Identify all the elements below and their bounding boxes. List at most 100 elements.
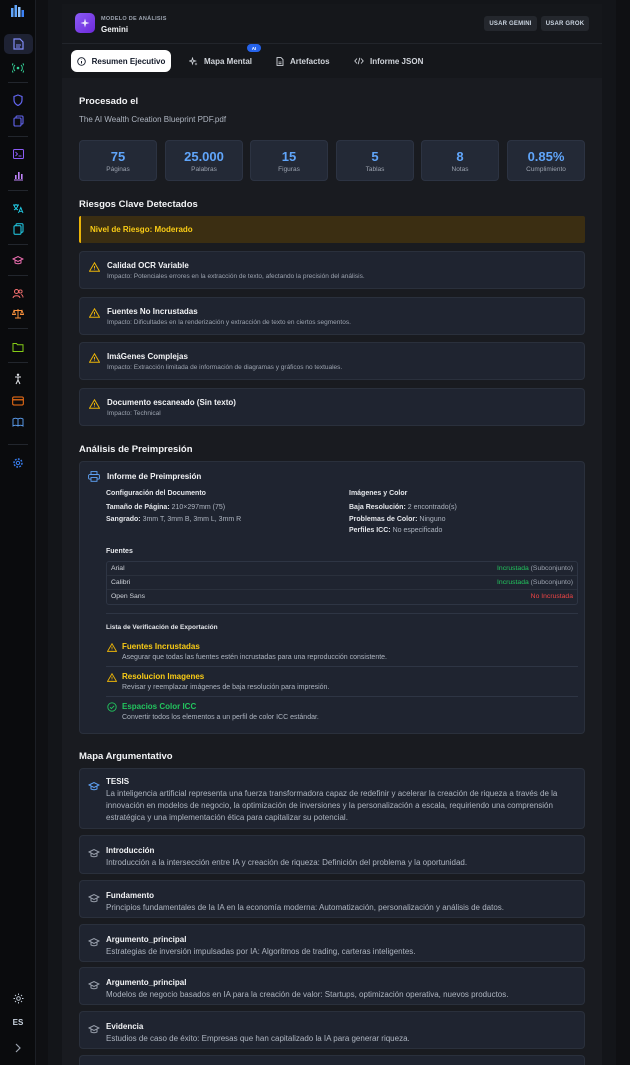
tab-label: Resumen Ejecutivo — [91, 56, 166, 66]
sidebar-divider — [8, 136, 28, 137]
right-gutter — [616, 0, 630, 1065]
checklist-item-desc: Revisar y reemplazar imágenes de baja re… — [122, 684, 330, 691]
stat-card: 0.85% Cumplimiento — [507, 140, 585, 181]
book-icon[interactable] — [10, 414, 26, 430]
tab-bar: Resumen Ejecutivo Mapa Mental AI Artefac… — [62, 44, 602, 78]
documents-icon[interactable] — [10, 221, 26, 237]
stat-value: 5 — [371, 149, 379, 164]
tab-label: Artefactos — [290, 56, 330, 66]
copy-icon[interactable] — [10, 113, 26, 129]
warning-icon — [89, 308, 100, 318]
checklist-item-title: Fuentes Incrustadas — [122, 642, 200, 651]
divider — [106, 666, 578, 667]
risk-impact: Extracción limitada de información de di… — [133, 364, 343, 371]
processed-title: Procesado el — [79, 96, 139, 107]
checklist-item-desc: Asegurar que todas las fuentes estén inc… — [122, 654, 387, 661]
graduation-cap-icon — [88, 781, 100, 791]
font-name: Open Sans — [111, 593, 146, 600]
stat-card: 5 Tablas — [336, 140, 414, 181]
info-icon — [76, 56, 86, 66]
settings-icon[interactable] — [10, 455, 26, 471]
accessibility-icon[interactable] — [10, 371, 26, 387]
risk-title: Calidad OCR Variable — [107, 261, 189, 270]
language-selector[interactable]: ES — [0, 1018, 36, 1027]
translate-icon[interactable] — [10, 200, 26, 216]
users-icon[interactable] — [10, 285, 26, 301]
argument-card: Fundamento Principios fundamentales de l… — [79, 880, 585, 918]
tab-executive-summary[interactable]: Resumen Ejecutivo — [71, 50, 171, 72]
icc-label: Perfiles ICC: — [349, 527, 391, 534]
risk-impact: Technical — [133, 410, 161, 417]
file-icon — [276, 56, 284, 66]
sidebar-divider — [8, 275, 28, 276]
folder-icon[interactable] — [10, 339, 26, 355]
font-row: Open Sans No Incrustada — [107, 590, 577, 604]
sparkles-icon — [189, 56, 198, 65]
checklist-item-desc: Convertir todos los elementos a un perfi… — [122, 714, 319, 721]
page-size-label: Tamaño de Página: — [106, 504, 170, 511]
argument-label: Argumento_principal — [106, 935, 187, 944]
graduation-cap-icon — [88, 1024, 100, 1034]
scales-icon[interactable] — [10, 305, 26, 321]
icc-value: No especificado — [392, 527, 443, 534]
graduation-cap-icon[interactable] — [10, 252, 26, 268]
warning-icon — [107, 673, 117, 682]
sun-icon[interactable] — [10, 990, 26, 1006]
checklist-item-title: Espacios Color ICC — [122, 702, 197, 711]
card-icon[interactable] — [10, 393, 26, 409]
chevron-right-icon[interactable] — [10, 1040, 26, 1056]
sidebar-divider — [8, 328, 28, 329]
sidebar-divider — [8, 82, 28, 83]
graduation-cap-icon — [88, 937, 100, 947]
risk-title: ImáGenes Complejas — [107, 352, 188, 361]
argument-text: Modelos de negocio basados en IA para la… — [106, 990, 509, 999]
stat-value: 25.000 — [184, 149, 224, 164]
argument-card: Introducción Introducción a la intersecc… — [79, 835, 585, 874]
risk-title: Documento escaneado (Sin texto) — [107, 398, 236, 407]
color-issues-value: Ninguno — [419, 516, 446, 523]
argument-label: Evidencia — [106, 1022, 144, 1031]
risk-title: Fuentes No Incrustadas — [107, 307, 198, 316]
risk-impact: Dificultades en la renderización y extra… — [133, 319, 351, 326]
use-gemini-button[interactable]: USAR GEMINI — [484, 16, 537, 31]
risk-impact: Potenciales errores en la extracción de … — [133, 273, 365, 280]
preprint-card: Informe de Preimpresión Configuración de… — [79, 461, 585, 734]
shield-icon[interactable] — [10, 92, 26, 108]
tab-label: Mapa Mental — [204, 56, 253, 66]
fonts-title: Fuentes — [106, 548, 133, 555]
use-grok-button[interactable]: USAR GROK — [541, 16, 589, 31]
argument-text: Introducción a la intersección entre IA … — [106, 858, 468, 867]
preprint-section-title: Análisis de Preimpresión — [79, 444, 193, 455]
argument-text: La inteligencia artificial representa un… — [106, 789, 558, 823]
tab-mind-map[interactable]: Mapa Mental — [189, 50, 252, 72]
gutter — [36, 0, 48, 1065]
model-caption: MODELO DE ANÁLISIS — [101, 16, 167, 22]
argument-card: TESIS La inteligencia artificial represe… — [79, 768, 585, 829]
checklist-item-title: Resolucion Imagenes — [122, 672, 205, 681]
impact-label: Impacto: — [107, 273, 132, 280]
file-icon[interactable] — [10, 36, 26, 52]
font-status: No Incrustada — [530, 593, 573, 600]
tab-json-report[interactable]: Informe JSON — [354, 50, 423, 72]
model-header: MODELO DE ANÁLISIS Gemini USAR GEMINI US… — [62, 4, 602, 44]
warning-icon — [107, 643, 117, 652]
stat-value: 0.85% — [527, 149, 565, 164]
stat-value: 75 — [110, 149, 126, 164]
ai-badge: AI — [247, 44, 261, 52]
tab-artifacts[interactable]: Artefactos — [276, 50, 330, 72]
argument-map-title: Mapa Argumentativo — [79, 751, 173, 762]
model-sparkle-icon — [75, 13, 95, 33]
sidebar-divider — [8, 444, 28, 445]
broadcast-icon[interactable] — [10, 60, 26, 76]
checklist-title: Lista de Verificación de Exportación — [106, 624, 218, 631]
bar-chart-icon[interactable] — [10, 167, 26, 183]
warning-icon — [89, 353, 100, 363]
argument-card: Evidencia Estudios de caso de éxito: Emp… — [79, 1011, 585, 1049]
argument-label: Introducción — [106, 846, 155, 855]
graduation-cap-icon — [88, 893, 100, 903]
terminal-icon[interactable] — [10, 146, 26, 162]
warning-icon — [89, 399, 100, 409]
app-logo-icon[interactable] — [11, 5, 25, 17]
risk-card: Fuentes No Incrustadas Impacto: Dificult… — [79, 297, 585, 335]
divider — [106, 613, 578, 614]
